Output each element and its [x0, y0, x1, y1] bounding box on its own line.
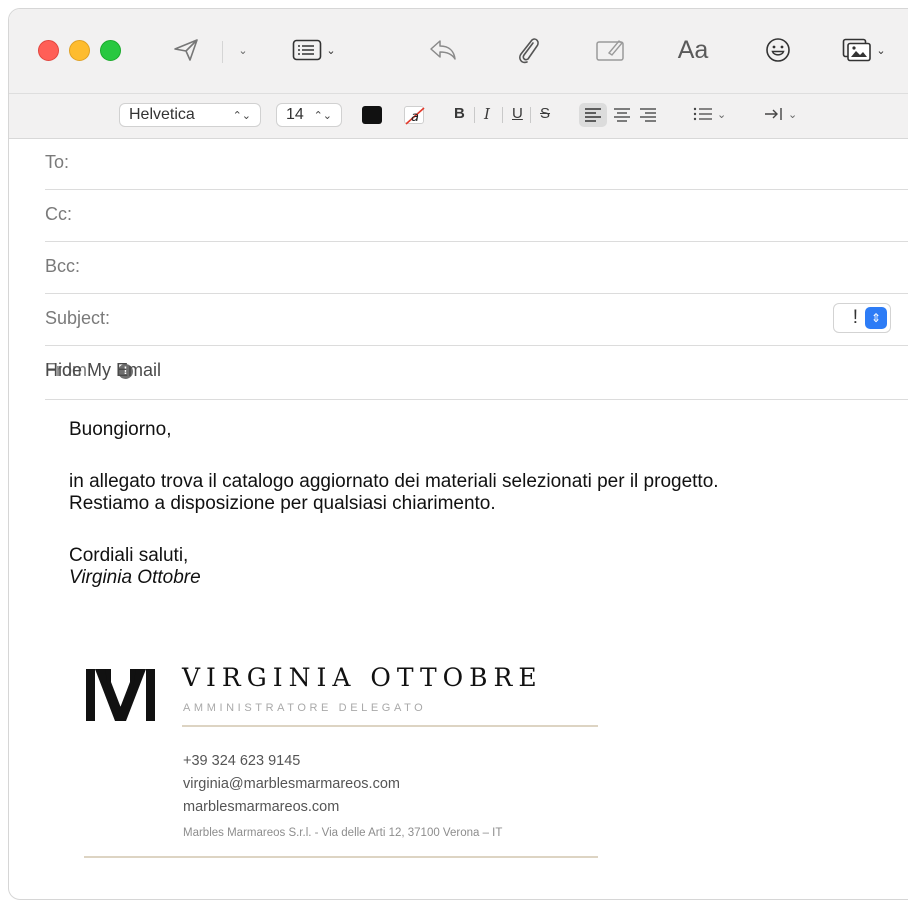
body-line: Restiamo a disposizione per qualsiasi ch… — [69, 493, 496, 514]
photo-browser-icon — [842, 38, 872, 62]
indent-button[interactable]: ⌄ — [764, 106, 797, 122]
company-logo — [84, 667, 158, 728]
closing-text: Cordiali saluti, — [69, 545, 189, 566]
indent-icon — [765, 108, 782, 120]
chevron-down-icon: ⌄ — [788, 108, 798, 121]
align-right-icon — [640, 108, 656, 122]
align-right-button[interactable] — [639, 107, 657, 128]
signature-website[interactable]: marblesmarmareos.com — [183, 799, 339, 815]
format-divider — [530, 107, 531, 123]
chevron-down-icon: ⌄ — [326, 44, 336, 57]
markup-button[interactable] — [593, 31, 629, 69]
signature-divider — [84, 856, 598, 858]
attachment-icon — [515, 35, 541, 65]
align-left-icon — [585, 108, 601, 122]
emoji-icon — [765, 37, 791, 63]
bold-button[interactable]: B — [454, 105, 465, 122]
send-icon — [173, 38, 199, 62]
signature-role: AMMINISTRATORE DELEGATO — [183, 702, 427, 714]
emoji-button[interactable] — [763, 31, 793, 69]
toolbar-divider — [222, 41, 223, 63]
font-family-value: Helvetica — [129, 106, 195, 123]
priority-select[interactable]: ! ⇕ — [833, 303, 891, 333]
close-window-button[interactable] — [38, 40, 59, 61]
format-bar: Helvetica ⌃⌄ 14 ⌃⌄ a B I U S ⌄ ⌄ — [9, 93, 908, 139]
signature-phone: +39 324 623 9145 — [183, 753, 301, 769]
send-options-button[interactable]: ⌄ — [231, 31, 251, 69]
font-family-select[interactable]: Helvetica ⌃⌄ — [119, 103, 261, 127]
background-color-swatch[interactable]: a — [404, 106, 425, 125]
format-button[interactable]: Aa — [673, 31, 713, 69]
font-size-value: 14 — [286, 106, 304, 123]
align-center-icon — [614, 108, 630, 122]
format-aa-label: Aa — [677, 35, 709, 64]
list-icon — [693, 107, 712, 121]
reply-icon — [428, 38, 458, 62]
signature-email[interactable]: virginia@marblesmarmareos.com — [183, 776, 400, 792]
signoff-text: Virginia Ottobre — [69, 567, 201, 588]
zoom-window-button[interactable] — [100, 40, 121, 61]
title-toolbar: ⌄ ⌄ Aa ⌄ — [9, 9, 908, 93]
bcc-field[interactable]: Bcc: — [45, 241, 908, 294]
header-fields-icon — [292, 39, 322, 61]
header-fields-button[interactable]: ⌄ — [286, 31, 342, 69]
align-center-button[interactable] — [613, 107, 631, 128]
bcc-label: Bcc: — [45, 256, 81, 276]
from-value: Hide My Email — [45, 360, 162, 380]
attach-button[interactable] — [511, 31, 545, 69]
chevron-down-icon: ⌄ — [238, 44, 248, 57]
updown-chevron-icon: ⌃⌄ — [232, 109, 251, 122]
signature-name: VIRGINIA OTTOBRE — [182, 663, 543, 692]
email-signature: VIRGINIA OTTOBRE AMMINISTRATORE DELEGATO… — [84, 649, 604, 869]
format-divider — [502, 107, 503, 123]
body-line: in allegato trova il catalogo aggiornato… — [69, 471, 719, 492]
greeting-text: Buongiorno, — [69, 419, 172, 440]
svg-text:a: a — [411, 110, 419, 125]
priority-value: ! — [852, 307, 858, 328]
chevron-down-icon: ⌄ — [876, 44, 886, 57]
chevron-down-icon: ⌄ — [717, 108, 727, 121]
updown-chevron-icon: ⌃⌄ — [313, 109, 332, 122]
to-label: To: — [45, 152, 70, 172]
italic-button[interactable]: I — [484, 105, 490, 123]
markup-icon — [595, 37, 627, 63]
subject-field[interactable]: Subject: ! ⇕ — [45, 293, 908, 346]
send-button[interactable] — [169, 31, 203, 69]
strikethrough-button[interactable]: S — [540, 105, 550, 122]
signature-divider — [182, 725, 598, 727]
photo-browser-button[interactable]: ⌄ — [835, 31, 893, 69]
signature-address: Marbles Marmareos S.r.l. - Via delle Art… — [183, 827, 503, 839]
no-color-icon: a — [405, 107, 425, 125]
cc-field[interactable]: Cc: — [45, 189, 908, 242]
minimize-window-button[interactable] — [69, 40, 90, 61]
cc-label: Cc: — [45, 204, 72, 224]
from-field[interactable]: From: ! Hide My Email — [45, 345, 908, 400]
reply-button[interactable] — [426, 31, 460, 69]
align-left-button[interactable] — [584, 107, 602, 128]
text-color-swatch[interactable] — [362, 106, 382, 124]
font-size-select[interactable]: 14 ⌃⌄ — [276, 103, 342, 127]
compose-window: ⌄ ⌄ Aa ⌄ Helvetica ⌃⌄ 14 ⌃⌄ a B I U S ⌄ … — [8, 8, 908, 900]
subject-label: Subject: — [45, 308, 111, 328]
list-button[interactable]: ⌄ — [693, 106, 726, 122]
underline-button[interactable]: U — [512, 105, 523, 122]
message-body[interactable]: Buongiorno, in allegato trova il catalog… — [69, 419, 719, 589]
format-divider — [474, 107, 475, 123]
updown-chevron-icon: ⇕ — [865, 307, 887, 329]
to-field[interactable]: To: — [45, 137, 908, 190]
